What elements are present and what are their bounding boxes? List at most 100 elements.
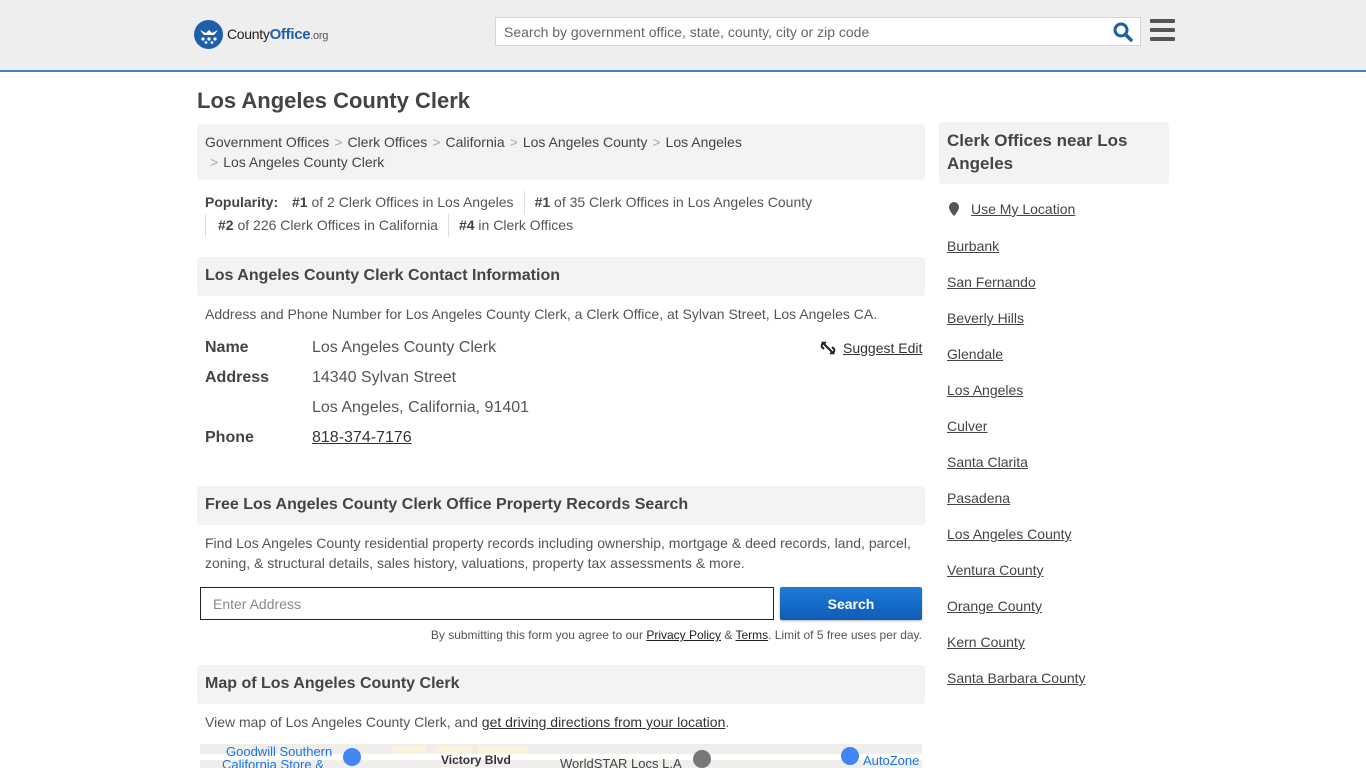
- popularity-item: #1 of 2 Clerk Offices in Los Angeles: [282, 191, 524, 214]
- logo-text: CountyOffice.org: [227, 26, 328, 43]
- map-section-heading: Map of Los Angeles County Clerk: [197, 665, 925, 704]
- address-line2: Los Angeles, California, 91401: [312, 399, 530, 416]
- privacy-policy-link[interactable]: Privacy Policy: [646, 628, 721, 642]
- list-item: Beverly Hills: [947, 308, 1086, 344]
- breadcrumb-clerk-offices[interactable]: Clerk Offices: [347, 134, 427, 150]
- nearby-link-burbank[interactable]: Burbank: [947, 238, 999, 254]
- popularity-item: #1 of 35 Clerk Offices in Los Angeles Co…: [523, 191, 823, 214]
- rank-text: of 2 Clerk Offices in Los Angeles: [307, 194, 514, 210]
- breadcrumb-separator: >: [652, 134, 661, 150]
- list-item: Santa Barbara County: [947, 668, 1086, 704]
- nearby-link-los-angeles[interactable]: Los Angeles: [947, 382, 1023, 398]
- popularity-label: Popularity:: [205, 194, 279, 210]
- breadcrumb-government-offices[interactable]: Government Offices: [205, 134, 329, 150]
- site-search-box: [495, 17, 1141, 46]
- logo-tld: .org: [310, 30, 329, 42]
- sidebar-heading: Clerk Offices near Los Angeles: [939, 122, 1169, 184]
- map-pin-icon[interactable]: [693, 750, 711, 768]
- nearby-link-san-fernando[interactable]: San Fernando: [947, 274, 1036, 290]
- rank: #4: [458, 217, 475, 233]
- map-description: View map of Los Angeles County Clerk, an…: [205, 712, 920, 732]
- name-label: Name: [205, 339, 249, 356]
- logo-brand-plain: County: [227, 26, 270, 42]
- site-logo[interactable]: CountyOffice.org: [194, 20, 328, 49]
- phone-link[interactable]: 818-374-7176: [312, 429, 412, 447]
- breadcrumb-california[interactable]: California: [446, 134, 505, 150]
- address-input[interactable]: [200, 587, 774, 620]
- list-item: Pasadena: [947, 488, 1086, 524]
- property-search-button[interactable]: Search: [780, 587, 922, 620]
- contact-section-heading: Los Angeles County Clerk Contact Informa…: [197, 257, 925, 296]
- breadcrumb-separator: >: [509, 134, 518, 150]
- map-place-label: California Store &: [222, 757, 324, 768]
- site-search-input[interactable]: [496, 18, 1096, 45]
- breadcrumb-current: Los Angeles County Clerk: [223, 154, 385, 170]
- list-item: Orange County: [947, 596, 1086, 632]
- list-item: Burbank: [947, 236, 1086, 272]
- popularity-item: #4 in Clerk Offices: [447, 214, 583, 237]
- rank: #2: [218, 217, 234, 233]
- nearby-link-culver[interactable]: Culver: [947, 418, 987, 434]
- list-item: Glendale: [947, 344, 1086, 380]
- suggest-edit-link[interactable]: Suggest Edit: [843, 340, 922, 356]
- breadcrumb-separator: >: [210, 154, 219, 170]
- disclaimer-text-end: . Limit of 5 free uses per day.: [768, 628, 922, 642]
- nearby-link-pasadena[interactable]: Pasadena: [947, 490, 1010, 506]
- popularity-rankings: Popularity: #1 of 2 Clerk Offices in Los…: [205, 191, 925, 237]
- nearby-link-los-angeles-county[interactable]: Los Angeles County: [947, 526, 1072, 542]
- address-label: Address: [205, 369, 270, 386]
- popularity-item: #2 of 226 Clerk Offices in California: [205, 214, 448, 237]
- nearby-link-santa-clarita[interactable]: Santa Clarita: [947, 454, 1028, 470]
- list-item: Los Angeles County: [947, 524, 1086, 560]
- page-title: Los Angeles County Clerk: [197, 88, 471, 113]
- nearby-link-glendale[interactable]: Glendale: [947, 346, 1003, 362]
- nearby-link-ventura-county[interactable]: Ventura County: [947, 562, 1044, 578]
- disclaimer-text: By submitting this form you agree to our: [430, 628, 647, 642]
- map-text-end: .: [725, 714, 730, 730]
- list-item: Ventura County: [947, 560, 1086, 596]
- driving-directions-link[interactable]: get driving directions from your locatio…: [482, 714, 726, 730]
- form-disclaimer: By submitting this form you agree to our…: [200, 628, 922, 642]
- terms-link[interactable]: Terms: [735, 628, 768, 642]
- rank: #1: [292, 194, 308, 210]
- nearby-link-kern-county[interactable]: Kern County: [947, 634, 1025, 650]
- list-item: San Fernando: [947, 272, 1086, 308]
- shopping-bag-pin-icon[interactable]: [841, 747, 859, 765]
- rank-text: of 35 Clerk Offices in Los Angeles Count…: [550, 194, 813, 210]
- breadcrumb-los-angeles[interactable]: Los Angeles: [666, 134, 742, 150]
- name-value: Los Angeles County Clerk: [312, 339, 497, 356]
- rank-text: of 226 Clerk Offices in California: [233, 217, 438, 233]
- map-place-label: AutoZone: [863, 753, 920, 768]
- use-my-location[interactable]: Use My Location: [947, 201, 1075, 217]
- hamburger-menu-icon[interactable]: [1150, 19, 1175, 41]
- breadcrumb: Government Offices > Clerk Offices > Califor…: [197, 124, 925, 180]
- map-text: View map of Los Angeles County Clerk, an…: [205, 714, 482, 730]
- logo-brand-bold: Office: [269, 26, 311, 43]
- rank-text: in Clerk Offices: [474, 217, 574, 233]
- breadcrumb-los-angeles-county[interactable]: Los Angeles County: [523, 134, 648, 150]
- map-place-label: WorldSTAR Locs L.A: [560, 756, 682, 768]
- use-my-location-link[interactable]: Use My Location: [971, 201, 1075, 217]
- list-item: Culver: [947, 416, 1086, 452]
- nearby-link-santa-barbara-county[interactable]: Santa Barbara County: [947, 670, 1086, 686]
- property-section-heading: Free Los Angeles County Clerk Office Pro…: [197, 486, 925, 525]
- property-description: Find Los Angeles County residential prop…: [205, 535, 911, 571]
- rank: #1: [534, 194, 551, 210]
- address-line1: 14340 Sylvan Street: [312, 369, 457, 386]
- list-item: Santa Clarita: [947, 452, 1086, 488]
- broken-link-icon: [820, 341, 836, 355]
- map-street-label: Victory Blvd: [441, 753, 511, 767]
- nearby-link-orange-county[interactable]: Orange County: [947, 598, 1042, 614]
- map-view[interactable]: Goodwill Southern California Store & Vic…: [200, 744, 922, 768]
- shopping-bag-pin-icon[interactable]: [343, 748, 361, 766]
- map-block: [392, 746, 426, 754]
- nearby-link-beverly-hills[interactable]: Beverly Hills: [947, 310, 1024, 326]
- disclaimer-amp: &: [721, 628, 736, 642]
- nearby-offices-list: Burbank San Fernando Beverly Hills Glend…: [947, 236, 1086, 704]
- suggest-edit[interactable]: Suggest Edit: [820, 340, 922, 356]
- search-icon[interactable]: [1113, 22, 1133, 42]
- breadcrumb-separator: >: [334, 134, 343, 150]
- map-marker-icon: [949, 202, 959, 216]
- list-item: Kern County: [947, 632, 1086, 668]
- eagle-stars-logo-icon: [194, 20, 223, 49]
